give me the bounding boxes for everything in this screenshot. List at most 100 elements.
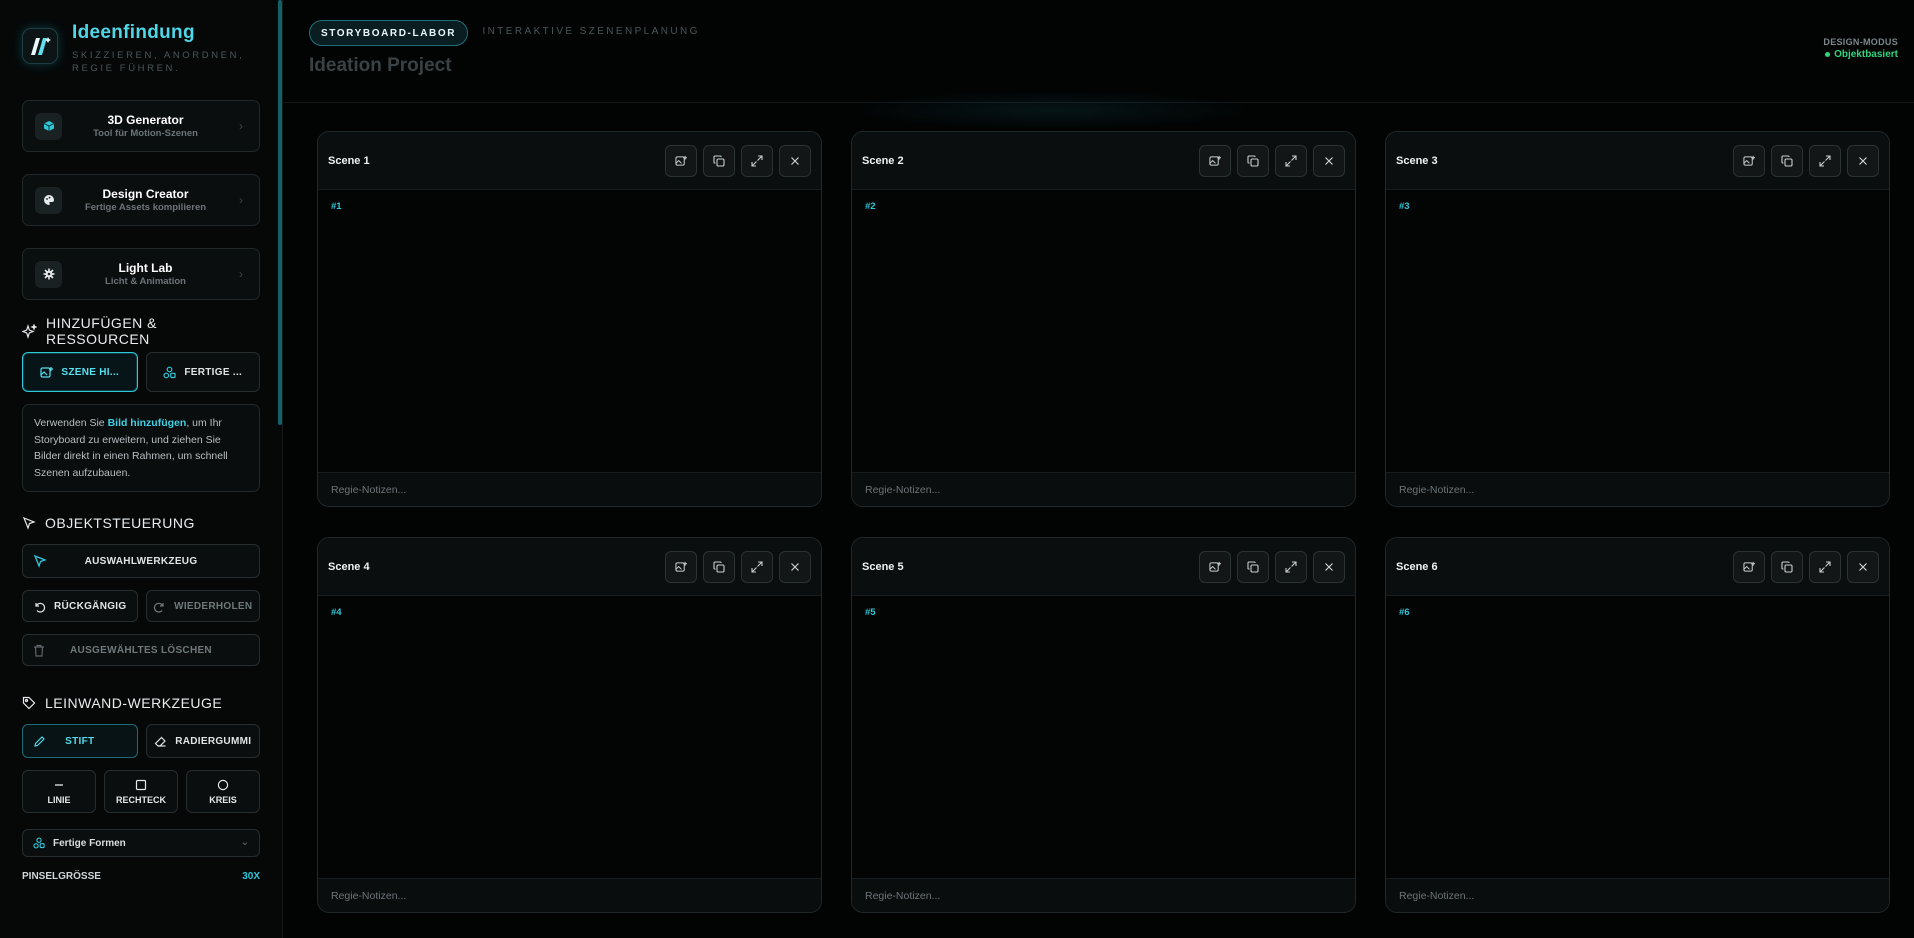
info-box: Verwenden Sie Bild hinzufügen, um Ihr St… [22,404,260,492]
scene-notes-input[interactable]: Regie-Notizen... [852,878,1355,912]
eraser-button[interactable]: RADIERGUMMI [145,724,260,758]
tool-card-design-creator[interactable]: Design Creator Fertige Assets kompiliere… [22,174,260,226]
palette-icon [35,186,62,214]
add-image-button[interactable] [665,144,697,177]
resources-heading: HINZUFÜGEN & RESSOURCEN [22,315,260,347]
close-scene-button[interactable] [1847,144,1879,177]
project-title[interactable]: Ideation Project [309,55,1914,77]
redo-label: WIEDERHOLEN [174,600,253,612]
add-image-button[interactable] [1733,550,1765,583]
scene-title: Scene 6 [1396,560,1438,573]
tag-icon [22,696,36,710]
expand-button[interactable] [1809,144,1841,177]
tool-card-light-lab[interactable]: Light Lab Licht & Animation › [22,248,260,300]
close-icon [1859,156,1867,165]
gear-icon [35,260,62,288]
circle-icon [217,779,229,790]
shapes-select-value: Fertige Formen [53,837,126,849]
scene-notes-input[interactable]: Regie-Notizen... [318,472,821,506]
close-scene-button[interactable] [1313,550,1345,583]
expand-icon [751,560,763,573]
scene-canvas[interactable]: #2 [852,190,1355,472]
object-control-heading-text: OBJEKTSTEUERUNG [45,515,195,531]
tool-card-3d-generator[interactable]: 3D Generator Tool für Motion-Szenen › [22,100,260,152]
copy-icon [1781,560,1793,573]
tool-card-subtitle: Fertige Assets kompilieren [84,202,207,213]
add-scene-button[interactable]: SZENE HI... [22,352,138,392]
scene-notes-input[interactable]: Regie-Notizen... [1386,472,1889,506]
scene-card: Scene 5 #5 Regie-Notizen... [851,537,1356,913]
scene-title: Scene 1 [328,154,370,167]
expand-icon [1285,154,1297,167]
close-scene-button[interactable] [779,550,811,583]
circle-label: KREIS [209,794,237,805]
scene-canvas[interactable]: #3 [1386,190,1889,472]
close-icon [1325,562,1333,571]
pen-button[interactable]: STIFT [22,724,138,758]
cube-icon [35,112,62,140]
ready-assets-button[interactable]: FERTIGE ... [145,352,260,392]
logo-icon [22,28,58,64]
scene-canvas[interactable]: #4 [318,596,821,878]
scene-title: Scene 4 [328,560,370,573]
select-tool-label: AUSWAHLWERKZEUG [84,555,198,567]
expand-button[interactable] [741,550,773,583]
close-scene-button[interactable] [1847,550,1879,583]
delete-selected-button[interactable]: AUSGEWÄHLTES LÖSCHEN [22,634,260,666]
add-image-button[interactable] [665,550,697,583]
scene-title: Scene 2 [862,154,904,167]
expand-button[interactable] [1809,550,1841,583]
redo-button[interactable]: WIEDERHOLEN [145,590,260,622]
close-scene-button[interactable] [1313,144,1345,177]
resources-heading-text: HINZUFÜGEN & RESSOURCEN [46,315,157,347]
sidebar: Ideenfindung SKIZZIEREN, ANORDNEN, REGIE… [0,0,283,938]
duplicate-button[interactable] [1237,144,1269,177]
close-scene-button[interactable] [779,144,811,177]
expand-button[interactable] [1275,144,1307,177]
scene-canvas[interactable]: #1 [318,190,821,472]
duplicate-button[interactable] [1771,550,1803,583]
add-image-button[interactable] [1199,144,1231,177]
brush-size-label: PINSELGRÖSSE [22,871,101,882]
close-icon [791,156,799,165]
scene-number: #6 [1399,607,1410,618]
chevron-right-icon: › [239,119,243,133]
undo-button[interactable]: RÜCKGÄNGIG [22,590,138,622]
line-button[interactable]: LINIE [22,770,96,813]
add-image-button[interactable] [1733,144,1765,177]
copy-icon [713,154,725,167]
header-glow [843,90,1263,130]
scene-notes-input[interactable]: Regie-Notizen... [318,878,821,912]
scene-header: Scene 5 [852,538,1355,596]
tool-card-title: Light Lab [118,261,173,275]
expand-icon [751,154,763,167]
expand-button[interactable] [1275,550,1307,583]
duplicate-button[interactable] [1771,144,1803,177]
add-image-button[interactable] [1199,550,1231,583]
scene-canvas[interactable]: #5 [852,596,1355,878]
duplicate-button[interactable] [1237,550,1269,583]
info-highlight: Bild hinzufügen [107,417,187,429]
scene-number: #5 [865,607,876,618]
rectangle-label: RECHTECK [115,794,166,805]
eraser-icon [154,736,167,747]
copy-icon [1781,154,1793,167]
scene-card: Scene 1 #1 Regie-Notizen... [317,131,822,507]
sidebar-scrollbar[interactable] [278,0,282,425]
brand: Ideenfindung SKIZZIEREN, ANORDNEN, REGIE… [22,0,260,100]
scene-canvas[interactable]: #6 [1386,596,1889,878]
scene-notes-input[interactable]: Regie-Notizen... [1386,878,1889,912]
shapes-select[interactable]: Fertige Formen ⌄ [22,829,260,857]
rectangle-button[interactable]: RECHTECK [104,770,178,813]
circle-button[interactable]: KREIS [186,770,260,813]
duplicate-button[interactable] [703,550,735,583]
brush-size-value: 30X [242,871,260,882]
expand-icon [1285,560,1297,573]
select-tool-button[interactable]: AUSWAHLWERKZEUG [22,544,260,578]
expand-button[interactable] [741,144,773,177]
eraser-label: RADIERGUMMI [175,735,252,747]
copy-icon [713,560,725,573]
image-plus-icon [675,155,687,166]
scene-notes-input[interactable]: Regie-Notizen... [852,472,1355,506]
duplicate-button[interactable] [703,144,735,177]
